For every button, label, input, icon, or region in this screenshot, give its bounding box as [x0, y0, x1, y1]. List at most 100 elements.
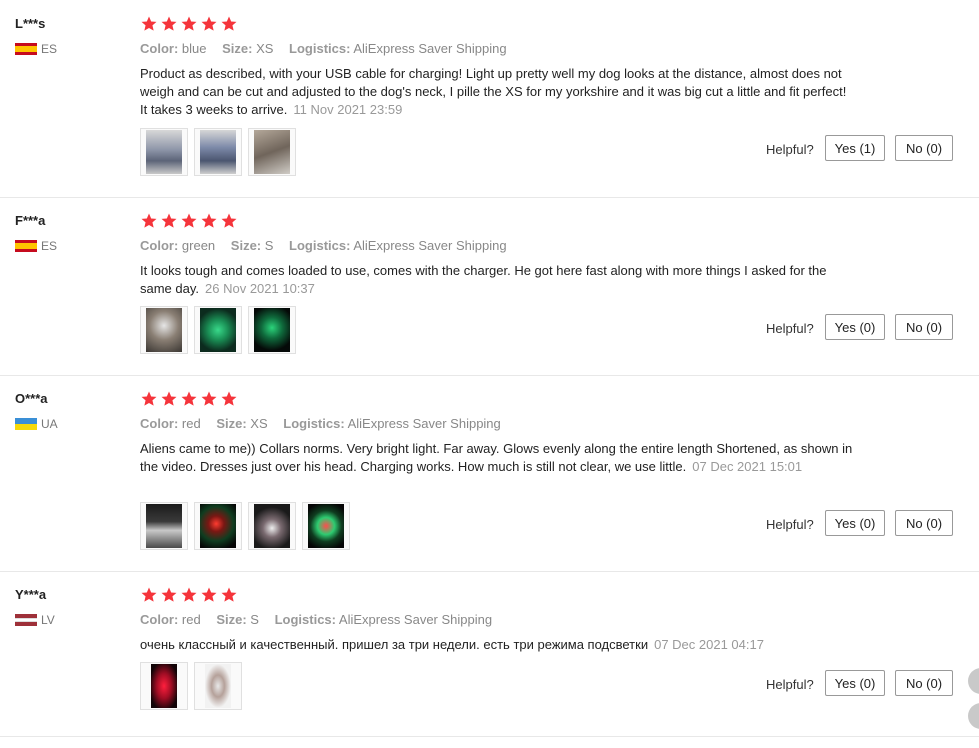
helpful-label: Helpful?: [766, 321, 814, 336]
size-label: Size:: [216, 612, 247, 627]
country-code: LV: [41, 613, 55, 627]
helpful-label: Helpful?: [766, 677, 814, 692]
color-value: red: [181, 416, 201, 431]
color-value: red: [181, 612, 201, 627]
helpful-yes-button[interactable]: Yes (1): [825, 135, 885, 161]
review-text: It looks tough and comes loaded to use, …: [140, 262, 855, 298]
star-rating: [140, 586, 238, 604]
star-icon: [221, 587, 237, 602]
country-flag-icon: [15, 614, 37, 626]
logistics-label: Logistics:: [289, 238, 351, 253]
star-icon: [141, 391, 157, 406]
size-label: Size:: [222, 41, 253, 56]
logistics-value: AliExpress Saver Shipping: [353, 41, 507, 56]
review-date: 07 Dec 2021 04:17: [654, 637, 764, 652]
review-photo[interactable]: [248, 306, 296, 354]
star-icon: [221, 391, 237, 406]
star-icon: [181, 213, 197, 228]
review-photo[interactable]: [140, 306, 188, 354]
reviewer-name: L***s: [15, 16, 46, 31]
country-code: ES: [41, 239, 58, 253]
review-photo[interactable]: [140, 662, 188, 710]
size-value: XS: [250, 416, 268, 431]
size-value: S: [264, 238, 274, 253]
star-icon: [181, 587, 197, 602]
logistics-value: AliExpress Saver Shipping: [347, 416, 501, 431]
helpful-yes-button[interactable]: Yes (0): [825, 510, 885, 536]
review-photo[interactable]: [140, 128, 188, 176]
review-photos: [140, 502, 350, 550]
size-value: S: [250, 612, 259, 627]
review-date: 11 Nov 2021 23:59: [293, 102, 403, 117]
country-code: ES: [41, 42, 58, 56]
review-date: 26 Nov 2021 10:37: [205, 281, 315, 296]
star-icon: [201, 391, 217, 406]
reviewer-name: Y***a: [15, 587, 47, 602]
logistics-label: Logistics:: [283, 416, 345, 431]
star-icon: [221, 16, 237, 31]
review-item: L***s ES Color: blue Size: XS Logistics:…: [0, 0, 979, 196]
logistics-label: Logistics:: [274, 612, 336, 627]
review-item: F***a ES Color: green Size: S Logistics:…: [0, 197, 979, 375]
review-text: Product as described, with your USB cabl…: [140, 65, 855, 119]
size-label: Size:: [230, 238, 262, 253]
size-value: XS: [256, 41, 274, 56]
color-label: Color:: [140, 238, 179, 253]
color-label: Color:: [140, 416, 179, 431]
review-photo[interactable]: [248, 128, 296, 176]
country-code: UA: [41, 417, 58, 431]
list-divider: [0, 736, 979, 738]
logistics-label: Logistics:: [289, 41, 351, 56]
color-value: blue: [181, 41, 207, 56]
review-meta: Color: blue Size: XS Logistics: AliExpre…: [140, 41, 519, 56]
star-icon: [161, 587, 177, 602]
color-label: Color:: [140, 41, 179, 56]
review-text: очень классный и качественный. пришел за…: [140, 636, 855, 654]
review-photos: [140, 662, 242, 710]
star-icon: [161, 16, 177, 31]
review-photo[interactable]: [194, 662, 242, 710]
helpful-no-button[interactable]: No (0): [895, 135, 953, 161]
review-item: O***a UA Color: red Size: XS Logistics: …: [0, 375, 979, 571]
color-value: green: [181, 238, 216, 253]
helpful-label: Helpful?: [766, 142, 814, 157]
star-icon: [201, 16, 217, 31]
star-icon: [141, 213, 157, 228]
review-photo[interactable]: [194, 128, 242, 176]
size-label: Size:: [216, 416, 247, 431]
helpful-yes-button[interactable]: Yes (0): [825, 314, 885, 340]
logistics-value: AliExpress Saver Shipping: [353, 238, 507, 253]
star-icon: [201, 587, 217, 602]
star-rating: [140, 212, 238, 230]
star-icon: [181, 16, 197, 31]
review-meta: Color: red Size: S Logistics: AliExpress…: [140, 612, 504, 627]
star-icon: [181, 391, 197, 406]
review-photo[interactable]: [140, 502, 188, 550]
review-item: Y***a LV Color: red Size: S Logistics: A…: [0, 571, 979, 737]
helpful-no-button[interactable]: No (0): [895, 510, 953, 536]
star-icon: [161, 391, 177, 406]
star-icon: [201, 213, 217, 228]
review-photo[interactable]: [194, 306, 242, 354]
star-icon: [141, 16, 157, 31]
review-photos: [140, 306, 296, 354]
review-meta: Color: green Size: S Logistics: AliExpre…: [140, 238, 519, 253]
review-photo[interactable]: [194, 502, 242, 550]
review-body: Product as described, with your USB cabl…: [140, 66, 847, 117]
review-photo[interactable]: [248, 502, 296, 550]
helpful-no-button[interactable]: No (0): [895, 670, 953, 696]
country-flag-icon: [15, 240, 37, 252]
star-rating: [140, 15, 238, 33]
review-text: Aliens came to me)) Collars norms. Very …: [140, 440, 855, 476]
review-body: очень классный и качественный. пришел за…: [140, 637, 649, 652]
review-meta: Color: red Size: XS Logistics: AliExpres…: [140, 416, 513, 431]
logistics-value: AliExpress Saver Shipping: [338, 612, 493, 627]
reviewer-name: O***a: [15, 391, 48, 406]
helpful-yes-button[interactable]: Yes (0): [825, 670, 885, 696]
country-flag-icon: [15, 418, 37, 430]
star-rating: [140, 390, 238, 408]
review-photo[interactable]: [302, 502, 350, 550]
reviewer-name: F***a: [15, 213, 46, 228]
helpful-no-button[interactable]: No (0): [895, 314, 953, 340]
review-photos: [140, 128, 296, 176]
